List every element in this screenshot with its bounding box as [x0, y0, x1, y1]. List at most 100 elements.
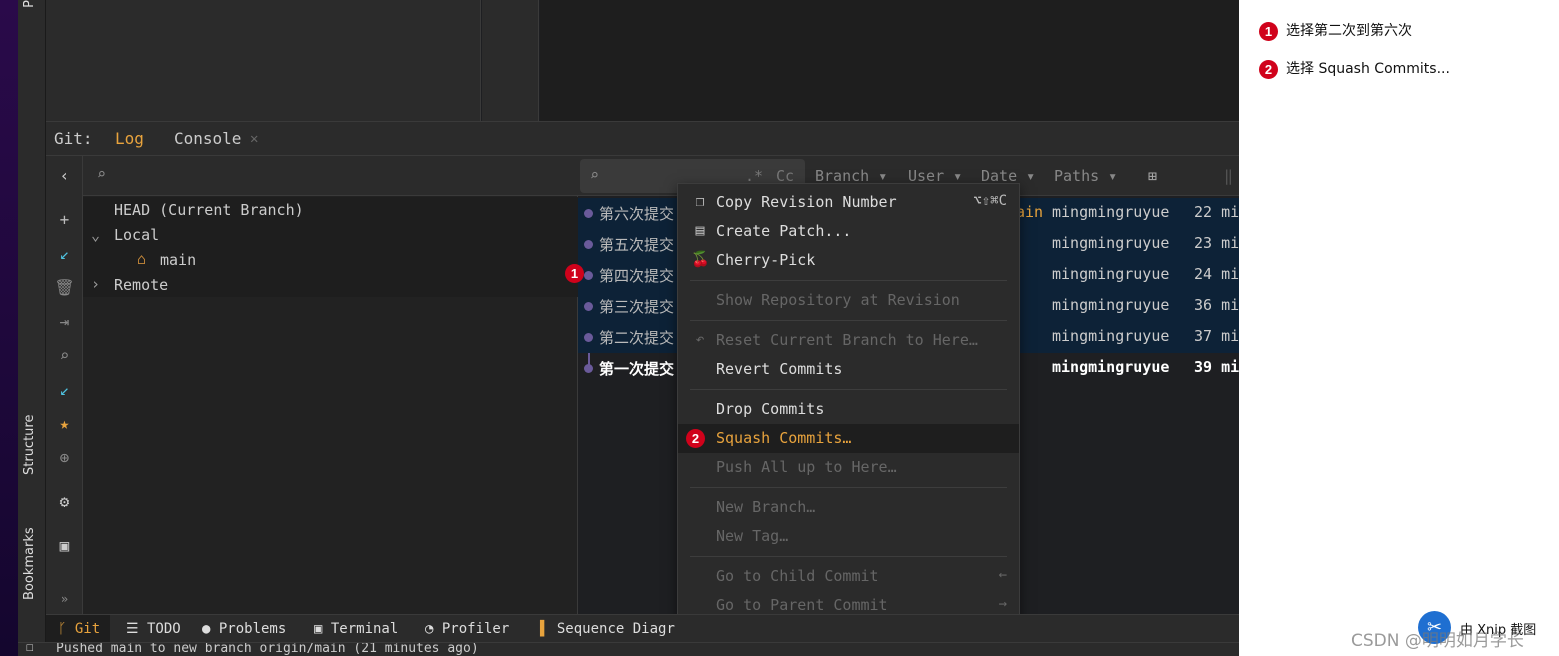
- tab-sequence-diagram[interactable]: ▌ Sequence Diagr: [540, 621, 675, 637]
- commit-author: mingmingruyue: [1052, 358, 1170, 376]
- menu-item-new-branch[interactable]: New Branch…: [678, 493, 1019, 522]
- bookmarks-tool-button[interactable]: Bookmarks: [22, 505, 37, 600]
- menu-item-label: Go to Parent Commit: [716, 596, 888, 614]
- watermark: CSDN @明明如月学长: [1351, 631, 1524, 651]
- chevron-down-icon[interactable]: ⌄: [91, 226, 100, 244]
- menu-separator: [690, 280, 1007, 281]
- menu-item-label: Go to Child Commit: [716, 567, 879, 585]
- status-message: Pushed main to new branch origin/main (2…: [56, 642, 479, 656]
- more-icon[interactable]: »: [46, 592, 83, 606]
- commit-node: [584, 302, 593, 311]
- menu-item-revert-commits[interactable]: Revert Commits: [678, 355, 1019, 384]
- commit-author: mingmingruyue: [1052, 265, 1170, 283]
- tree-item-local[interactable]: Local: [114, 226, 159, 244]
- commit-author: mingmingruyue: [1052, 234, 1170, 252]
- tab-label: Sequence Diagr: [556, 621, 675, 637]
- menu-separator: [690, 389, 1007, 390]
- annotation-panel: 1 选择第二次到第六次 2 选择 Squash Commits... ✂ 由 Xni…: [1239, 0, 1559, 656]
- badge: 2: [1259, 59, 1278, 79]
- menu-separator: [690, 320, 1007, 321]
- layout-icon[interactable]: ▣: [46, 536, 83, 555]
- commit-author: mingmingruyue: [1052, 203, 1170, 221]
- commit-node: [584, 209, 593, 218]
- branch-tree: ⌕ HEAD (Current Branch) ⌄ Local ⌂ main ›…: [83, 156, 578, 614]
- menu-item-cherry-pick[interactable]: 🍒 Cherry-Pick: [678, 246, 1019, 275]
- project-tool-label[interactable]: P: [22, 0, 37, 8]
- commit-date: 39 mi: [1194, 358, 1239, 376]
- menu-shortcut: ←: [998, 567, 1007, 583]
- menu-item-label: Push All up to Here…: [716, 458, 897, 476]
- fetch-icon[interactable]: ↙: [46, 380, 83, 399]
- commit-message: 第三次提交: [599, 298, 675, 316]
- tree-item-main[interactable]: main: [160, 251, 196, 269]
- paths-filter[interactable]: Paths ▾: [1054, 167, 1117, 185]
- menu-item-go-to-child-commit[interactable]: Go to Child Commit ←: [678, 562, 1019, 591]
- commit-message: 第一次提交: [599, 360, 675, 378]
- new-tab-icon[interactable]: ⊞: [1148, 167, 1157, 185]
- editor-pane: [482, 0, 539, 121]
- note-step-1: 1 选择第二次到第六次: [1259, 20, 1412, 41]
- gear-icon[interactable]: ⚙: [46, 492, 83, 511]
- menu-shortcut: →: [998, 596, 1007, 612]
- merge-icon[interactable]: ⇥: [46, 312, 83, 331]
- copy-icon: ❐: [695, 192, 705, 210]
- menu-item-new-tag[interactable]: New Tag…: [678, 522, 1019, 551]
- star-icon[interactable]: ★: [46, 414, 83, 433]
- search-icon[interactable]: ⌕: [46, 346, 83, 365]
- ide-window: P Structure Bookmarks Git: Log Console ✕…: [0, 0, 1239, 656]
- menu-item-drop-commits[interactable]: Drop Commits: [678, 395, 1019, 424]
- tab-label: Problems: [218, 621, 287, 637]
- menu-item-push-all-up-to-here[interactable]: Push All up to Here…: [678, 453, 1019, 482]
- menu-item-create-patch[interactable]: ▤ Create Patch...: [678, 217, 1019, 246]
- tab-log[interactable]: Log: [115, 129, 144, 148]
- tab-problems[interactable]: ● Problems: [202, 621, 286, 637]
- close-icon[interactable]: ✕: [250, 131, 258, 147]
- update-icon[interactable]: ↙: [46, 244, 83, 263]
- tree-item-remote[interactable]: Remote: [114, 276, 168, 294]
- tab-todo[interactable]: ☰ TODO: [126, 621, 181, 637]
- chevron-right-icon[interactable]: ›: [91, 275, 100, 293]
- commit-date: 23 mi: [1194, 234, 1239, 252]
- commit-message: 第四次提交: [599, 267, 675, 285]
- add-icon[interactable]: +: [46, 210, 83, 229]
- cherry-icon: 🍒: [691, 250, 710, 268]
- menu-item-squash-commits[interactable]: Squash Commits…: [678, 424, 1019, 453]
- menu-item-label: Drop Commits: [716, 400, 825, 418]
- commit-message: 第五次提交: [599, 236, 675, 254]
- patch-icon: ▤: [695, 221, 705, 239]
- note-text: 选择 Squash Commits...: [1286, 61, 1450, 77]
- delete-icon[interactable]: 🗑: [46, 278, 83, 297]
- status-icon[interactable]: ☐: [26, 643, 34, 655]
- menu-item-label: New Branch…: [716, 498, 816, 516]
- commit-date: 24 mi: [1194, 265, 1239, 283]
- menu-item-copy-revision-number[interactable]: ❐ Copy Revision Number ⌥⇧⌘C: [678, 188, 1019, 217]
- tab-profiler[interactable]: ◔ Profiler: [425, 621, 509, 637]
- tag-icon: ⌂: [137, 250, 147, 268]
- context-menu: ❐ Copy Revision Number ⌥⇧⌘C ▤ Create Patch..…: [677, 183, 1020, 656]
- menu-item-reset-current-branch-to-here[interactable]: ↶ Reset Current Branch to Here…: [678, 326, 1019, 355]
- target-icon[interactable]: ⊕: [46, 448, 83, 467]
- commit-author: mingmingruyue: [1052, 296, 1170, 314]
- desktop-background: [0, 0, 18, 656]
- branch-search-input[interactable]: ⌕: [83, 156, 578, 196]
- tab-terminal[interactable]: ▣ Terminal: [314, 621, 398, 637]
- annotation-badge-1: 1: [565, 264, 584, 283]
- tab-git[interactable]: ᚴ Git: [58, 621, 100, 637]
- commit-author: mingmingruyue: [1052, 327, 1170, 345]
- tab-console[interactable]: Console: [174, 129, 241, 148]
- commit-node: [584, 333, 593, 342]
- tab-label: Terminal: [330, 621, 399, 637]
- menu-item-label: Revert Commits: [716, 360, 843, 378]
- branch-ref-label: ain: [1016, 203, 1044, 221]
- menu-item-label: Reset Current Branch to Here…: [716, 331, 978, 349]
- badge: 1: [1259, 21, 1278, 41]
- pause-icon[interactable]: ‖: [1224, 167, 1233, 185]
- branch-toolbar: ‹ + ↙ 🗑 ⇥ ⌕ ↙ ★ ⊕ ⚙ ▣ »: [46, 156, 83, 614]
- tree-item-head[interactable]: HEAD (Current Branch): [114, 201, 304, 219]
- commit-node: [584, 271, 593, 280]
- structure-tool-button[interactable]: Structure: [22, 385, 37, 475]
- commit-date: 22 mi: [1194, 203, 1239, 221]
- git-tool-header: Git: Log Console ✕: [46, 121, 1239, 156]
- menu-item-show-repository-at-revision[interactable]: Show Repository at Revision: [678, 286, 1019, 315]
- collapse-icon[interactable]: ‹: [46, 166, 83, 185]
